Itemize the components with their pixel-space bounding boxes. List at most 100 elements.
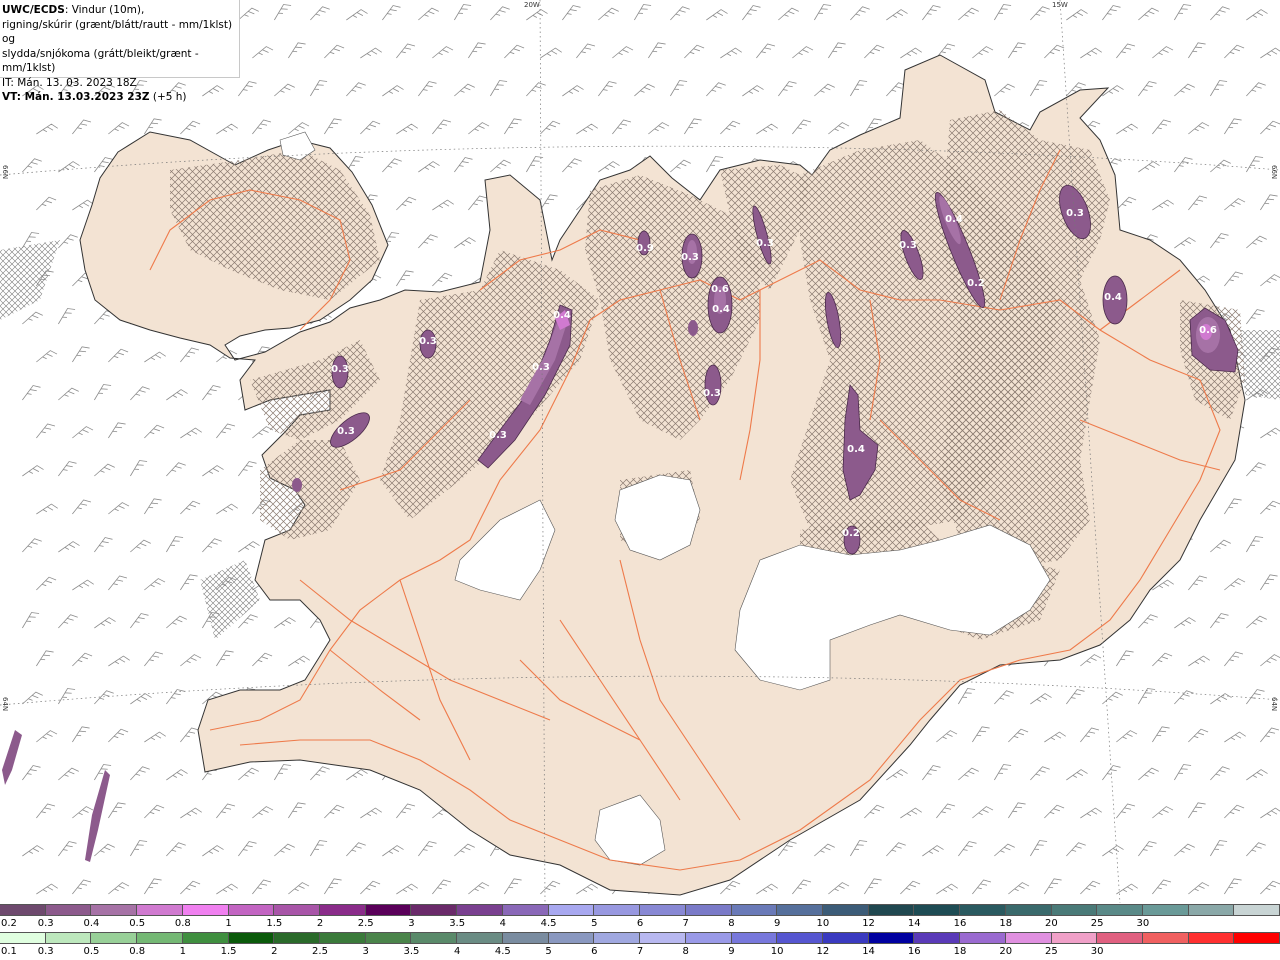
scale-swatch [228,905,275,915]
scale-swatch [182,905,229,915]
contour-value-label: 0.6 [711,284,729,295]
scale-tick-label: 8 [728,918,735,929]
scale-swatch [822,933,869,943]
contour-value-label: 0.2 [842,528,860,539]
scale-tick-label: 18 [999,918,1013,929]
scale-swatch [1051,933,1098,943]
contour-value-label: 0.3 [1066,208,1084,219]
scale-tick-label: 0.2 [1,918,17,929]
scale-swatch [228,933,275,943]
parameter-title: : Vindur (10m), [64,4,145,16]
scale-tick-label: 1 [179,946,187,957]
scale-swatch [457,933,503,943]
scale-swatch [411,905,458,915]
scale-swatch [91,905,138,915]
scale-swatch [91,933,138,943]
scale-tick-label: 30 [1136,918,1150,929]
scale-swatch [1142,905,1189,915]
model-name: UWC/ECDS [2,4,65,16]
scale-swatch [137,905,183,915]
scale-swatch [457,905,503,915]
scale-tick-label: 0.4 [83,918,100,929]
scale-swatch [960,933,1006,943]
snow-scale-labels: 0.2 0.3 0.4 0.5 0.8 1 1.5 2 2.5 3 3.5 4 4.5 5 6 7 8 9 10 12… [0,918,1280,931]
scale-tick-label: 0.5 [83,946,100,957]
scale-swatch [731,933,778,943]
scale-swatch [1097,933,1143,943]
scale-tick-label: 2 [271,946,278,957]
scale-tick-label: 14 [907,918,921,929]
scale-swatch [685,905,732,915]
scale-swatch [320,905,366,915]
scale-tick-label: 16 [907,946,921,957]
contour-value-label: 0.3 [419,336,437,347]
contour-value-label: 0.3 [703,388,721,399]
scale-swatch [777,905,823,915]
scale-swatch [1234,933,1280,943]
contour-value-label: 0.3 [337,426,355,437]
scale-tick-label: 16 [953,918,967,929]
scale-swatch [868,905,915,915]
lat-label-64n-right: 64N [1270,697,1278,712]
scale-swatch [594,905,641,915]
contour-value-label: 0.3 [681,252,699,263]
scale-tick-label: 0.8 [129,946,146,957]
contour-value-label: 0.4 [945,214,963,225]
precip-blob [688,320,698,336]
scale-swatch [45,905,92,915]
scale-tick-label: 3 [362,946,369,957]
scale-tick-label: 4.5 [540,918,557,929]
scale-swatch [1188,905,1235,915]
scale-swatch [640,905,686,915]
scale-swatch [548,905,595,915]
lat-label-64n-left: 64N [1,697,9,712]
scale-tick-label: 10 [770,946,784,957]
contour-value-label: 0.3 [532,362,550,373]
scale-tick-label: 4.5 [494,946,511,957]
rain-scale-labels: 0.1 0.3 0.5 0.8 1 1.5 2 2.5 3 3.5 4 4.5 5 6 7 8 9 10 12 14 1… [0,946,1280,959]
scale-swatch [137,933,183,943]
rain-description: rigning/skúrir (grænt/blátt/rautt - mm/1… [2,18,233,46]
valid-time: VT: Mán. 13.03.2023 23Z [2,91,150,103]
scale-tick-label: 9 [773,918,781,929]
scale-tick-label: 0.3 [37,918,54,929]
scale-tick-label: 25 [1090,918,1104,929]
initial-time: IT: Mán. 13. 03. 2023 18Z [2,76,137,89]
scale-tick-label: 0.1 [1,946,17,957]
scale-tick-label: 0.3 [37,946,54,957]
scale-swatch [1234,905,1280,915]
lat-label-66n-left: 66N [1,165,9,180]
map-info-box: UWC/ECDS: Vindur (10m), rigning/skúrir (… [0,0,240,103]
weather-map: 0.3 0.3 0.3 0.3 0.3 0.4 0.9 0.3 0.6 0.4 0.3 0.3 0.4 0… [0,0,1280,903]
scale-tick-label: 1.5 [266,918,283,929]
scale-swatch [411,933,458,943]
scale-swatch [685,933,732,943]
lat-label-66n-right: 66N [1270,165,1278,180]
scale-tick-label: 0.8 [174,918,191,929]
scale-tick-label: 1 [225,918,232,929]
scale-tick-label: 5 [545,946,552,957]
scale-swatch [502,933,549,943]
scale-tick-label: 1.5 [220,946,237,957]
scale-tick-label: 10 [816,918,830,929]
scale-swatch [731,905,778,915]
scale-swatch [1005,905,1052,915]
scale-swatch [274,933,321,943]
scale-swatch [502,905,549,915]
snow-colour-scale [0,904,1280,916]
scale-tick-label: 2.5 [357,918,374,929]
lon-label-20w: 20W [524,1,540,9]
scale-swatch [365,933,412,943]
contour-value-label: 0.4 [1104,292,1122,303]
contour-value-label: 0.3 [331,364,349,375]
scale-swatch [0,933,46,943]
scale-tick-label: 20 [1045,918,1058,929]
scale-tick-label: 30 [1090,946,1104,957]
scale-tick-label: 6 [636,918,644,929]
snow-description: slydda/snjókoma (grátt/bleikt/grænt - mm… [2,47,199,75]
scale-swatch [594,933,641,943]
scale-tick-label: 6 [591,946,598,957]
scale-tick-label: 3 [408,918,415,929]
scale-swatch [1188,933,1235,943]
scale-swatch [960,905,1006,915]
